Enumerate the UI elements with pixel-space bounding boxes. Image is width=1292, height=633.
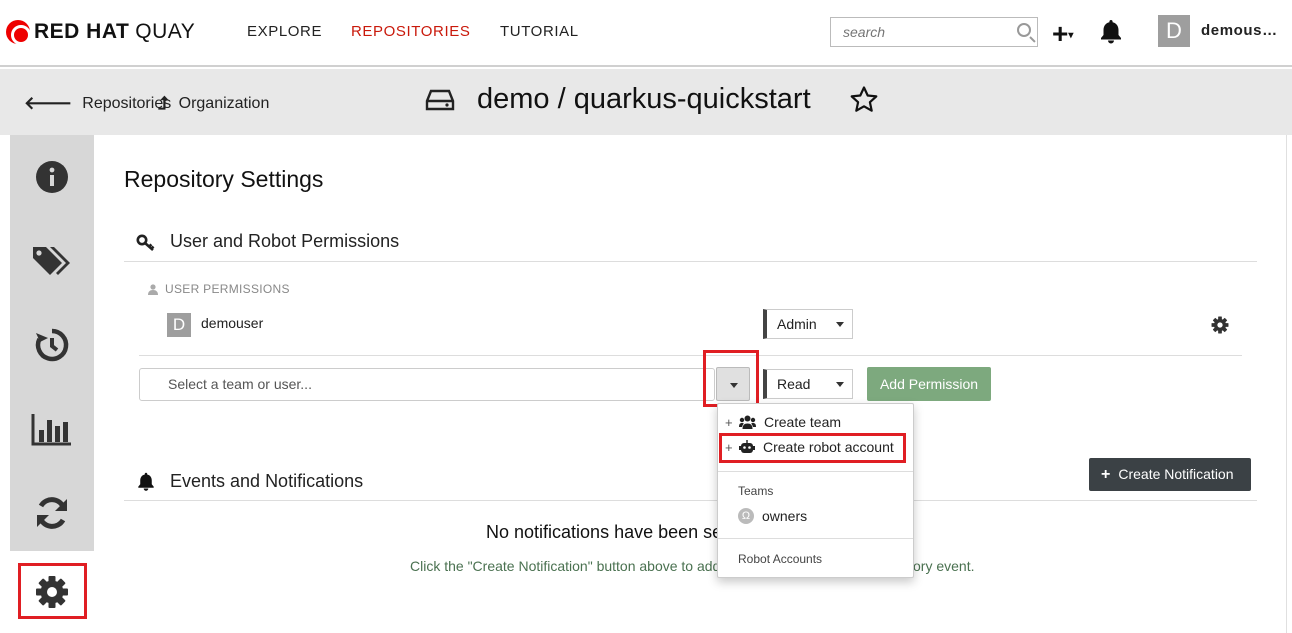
notifications-hint-tail: ory event. [913,558,975,574]
dropdown-toggle-highlight-box [703,350,759,407]
notifications-title-text: Events and Notifications [170,471,364,491]
history-icon [35,328,69,362]
logo-text-rest: QUAY [135,20,196,43]
create-notification-label: Create Notification [1118,466,1234,482]
team-icon: Ω [738,508,754,524]
user-permissions-text: USER PERMISSIONS [165,282,290,296]
create-notification-button[interactable]: + Create Notification [1089,458,1251,491]
logo-mark-icon [6,20,31,45]
bell-icon [138,472,154,491]
notifications-bell-icon[interactable] [1099,19,1123,50]
create-new-menu[interactable]: +▾ [1052,18,1073,50]
create-robot-highlight-box [719,433,906,463]
divider [124,261,1257,262]
search-icon[interactable] [1017,23,1031,37]
teams-header: Teams [738,484,774,498]
logo-text-bold: RED HAT [34,20,130,43]
chevron-down-icon: ▾ [1068,30,1074,42]
dropdown-divider [718,538,913,539]
search-box[interactable] [830,17,1038,47]
empty-notifications-message: No notifications have been se [486,522,723,542]
robot-accounts-header: Robot Accounts [738,552,823,566]
info-icon [36,161,68,193]
red-hat-quay-logo[interactable]: RED HAT QUAY [6,20,196,45]
top-navbar: RED HAT QUAY EXPLORE REPOSITORIES TUTORI… [0,0,1292,67]
permissions-title-text: User and Robot Permissions [170,231,400,251]
username-menu[interactable]: demous… [1201,22,1278,39]
arrow-left-icon: 🡐 [24,93,73,113]
star-icon[interactable] [849,85,879,120]
breadcrumb-organization[interactable]: ⮥ Organization [158,93,269,114]
notifications-hint: Click the "Create Notification" button a… [410,558,721,574]
user-avatar[interactable]: D [1158,15,1190,47]
team-user-search-input[interactable]: Select a team or user... [139,368,715,401]
level-up-icon: ⮥ [158,93,169,113]
create-team-label: Create team [764,414,842,430]
repo-name: demo / quarkus-quickstart [477,83,811,115]
permission-user-name: demouser [201,315,264,331]
sidebar-item-usage-logs[interactable] [10,387,94,471]
plus-icon: + [1101,466,1111,483]
breadcrumb-repositories[interactable]: 🡐 Repositories [24,93,171,114]
refresh-icon [37,497,67,529]
new-role-value: Read [777,376,811,392]
settings-highlight-box [18,563,87,619]
sidebar-item-builds[interactable] [10,471,94,555]
sidebar-item-history[interactable] [10,303,94,387]
divider [139,355,1242,356]
nav-tutorial[interactable]: TUTORIAL [500,23,579,40]
sidebar-item-info[interactable] [10,135,94,219]
dropdown-item-team-owners[interactable]: Ω owners [738,508,908,524]
permission-options-gear-icon[interactable] [1211,316,1229,339]
hdd-icon [425,89,455,110]
team-owners-label: owners [762,508,808,524]
nav-repositories[interactable]: REPOSITORIES [351,23,470,40]
sidebar-item-tags[interactable] [10,219,94,303]
breadcrumb-organization-label: Organization [178,94,270,112]
chevron-down-icon [836,382,844,387]
repo-sidebar [10,135,94,633]
repo-header: 🡐 Repositories ⮥ Organization demo / qua… [0,69,1292,135]
notifications-section-title: Events and Notifications [136,471,363,492]
user-role-select[interactable]: Admin [763,309,853,339]
add-permission-button[interactable]: Add Permission [867,367,991,401]
plus-icon: + [1052,18,1069,49]
users-icon [739,415,756,429]
plus-icon: + [725,414,733,430]
dropdown-item-create-team[interactable]: + Create team [718,414,913,430]
permissions-section-title: User and Robot Permissions [136,231,399,252]
page-title: demo / quarkus-quickstart [425,83,811,116]
new-permission-role-select[interactable]: Read [763,369,853,399]
dropdown-divider [718,471,913,472]
avatar: D [167,313,191,337]
user-permissions-label: USER PERMISSIONS [148,282,290,296]
divider [124,500,1257,501]
chevron-down-icon [836,322,844,327]
page-heading: Repository Settings [124,166,324,192]
bar-chart-icon [31,414,71,446]
entity-dropdown-menu: + Create team + Create robot account Tea… [717,403,914,578]
nav-explore[interactable]: EXPLORE [247,23,322,40]
user-role-value: Admin [777,316,817,332]
user-icon [148,283,158,295]
key-icon [136,234,155,251]
tags-icon [33,247,70,275]
search-input[interactable] [831,18,1011,46]
